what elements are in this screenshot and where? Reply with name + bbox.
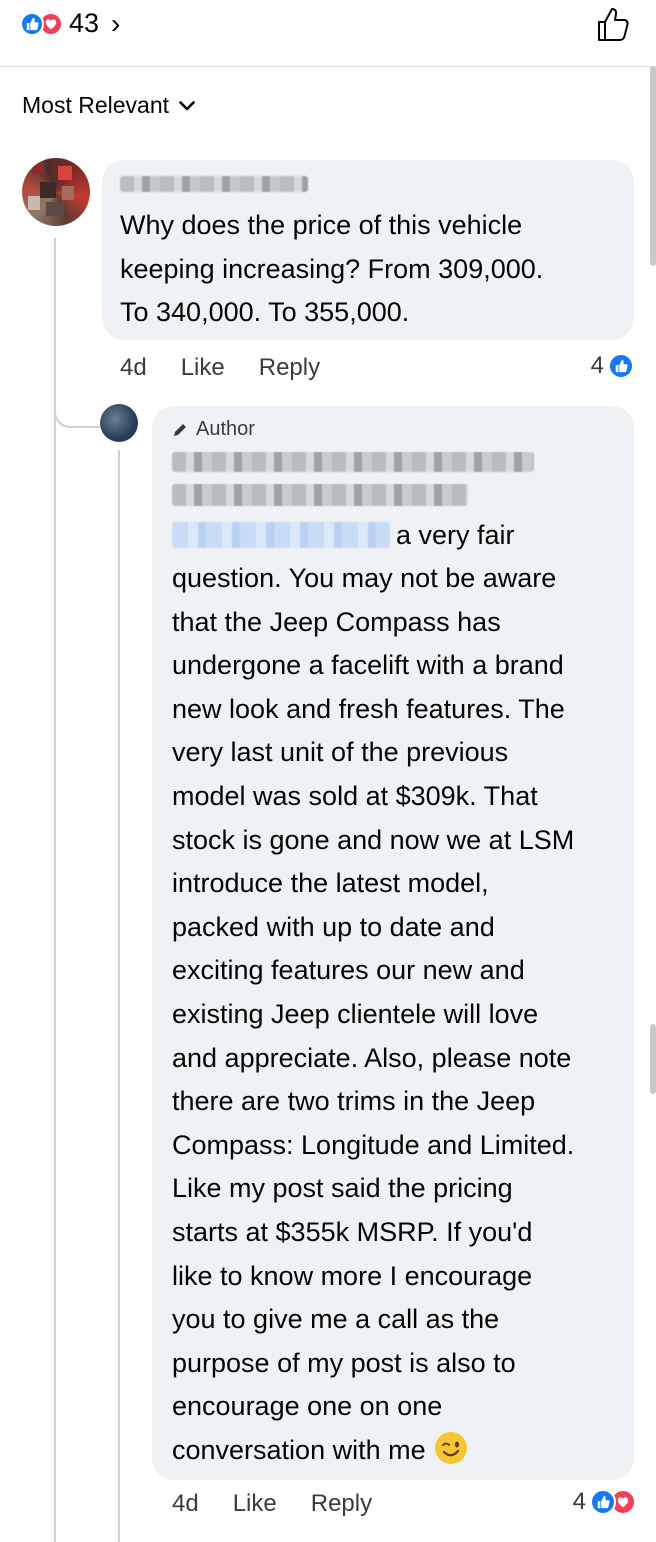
reactions-summary[interactable]: 43 ›	[20, 8, 120, 39]
comment-text: question. You may not be aware that the J…	[172, 563, 575, 1465]
winking-face-emoji-icon	[434, 1431, 467, 1464]
sort-label: Most Relevant	[22, 92, 170, 118]
reply-button[interactable]: Reply	[259, 354, 320, 382]
avatar[interactable]	[22, 158, 90, 226]
thread-line	[118, 450, 120, 1542]
thumbs-up-outline-icon[interactable]	[596, 6, 630, 42]
reactions-header: 43 ›	[0, 0, 656, 67]
scrollbar-thumb[interactable]	[650, 1024, 656, 1094]
reaction-count: 43	[69, 8, 100, 38]
reply-button[interactable]: Reply	[311, 1490, 372, 1518]
like-reaction-icon	[590, 1489, 616, 1515]
scrollbar[interactable]	[650, 66, 656, 266]
comment-actions: 4d Like Reply	[172, 1490, 406, 1518]
comment-reactions[interactable]: 4	[591, 352, 634, 380]
avatar[interactable]	[100, 404, 138, 442]
like-button[interactable]: Like	[233, 1490, 277, 1518]
comment-time[interactable]: 4d	[172, 1490, 199, 1518]
like-button[interactable]: Like	[181, 354, 225, 382]
comment-reaction-count: 4	[590, 352, 604, 379]
chevron-right-icon: ›	[111, 7, 121, 39]
author-badge: Author	[172, 418, 255, 441]
sort-dropdown[interactable]: Most Relevant	[22, 92, 195, 119]
reply-connector	[54, 386, 100, 428]
comment-reactions[interactable]: 4	[573, 1488, 636, 1516]
comment-text-fragment: a very fair	[396, 520, 515, 550]
comment-text: Why does the price of this vehicle keepin…	[120, 210, 544, 328]
redacted-name[interactable]	[172, 452, 534, 472]
thread-line	[54, 238, 56, 1542]
chevron-down-icon	[179, 100, 195, 110]
redacted-mention[interactable]	[172, 522, 390, 548]
redacted-name[interactable]	[172, 484, 468, 506]
comment-time[interactable]: 4d	[120, 354, 147, 382]
like-reaction-icon	[608, 353, 634, 379]
author-label: Author	[196, 418, 255, 440]
comment-actions: 4d Like Reply	[120, 354, 354, 382]
redacted-name[interactable]	[120, 176, 308, 192]
comment-reaction-count: 4	[572, 1488, 586, 1515]
like-reaction-icon	[20, 11, 44, 36]
pencil-icon	[174, 423, 186, 436]
